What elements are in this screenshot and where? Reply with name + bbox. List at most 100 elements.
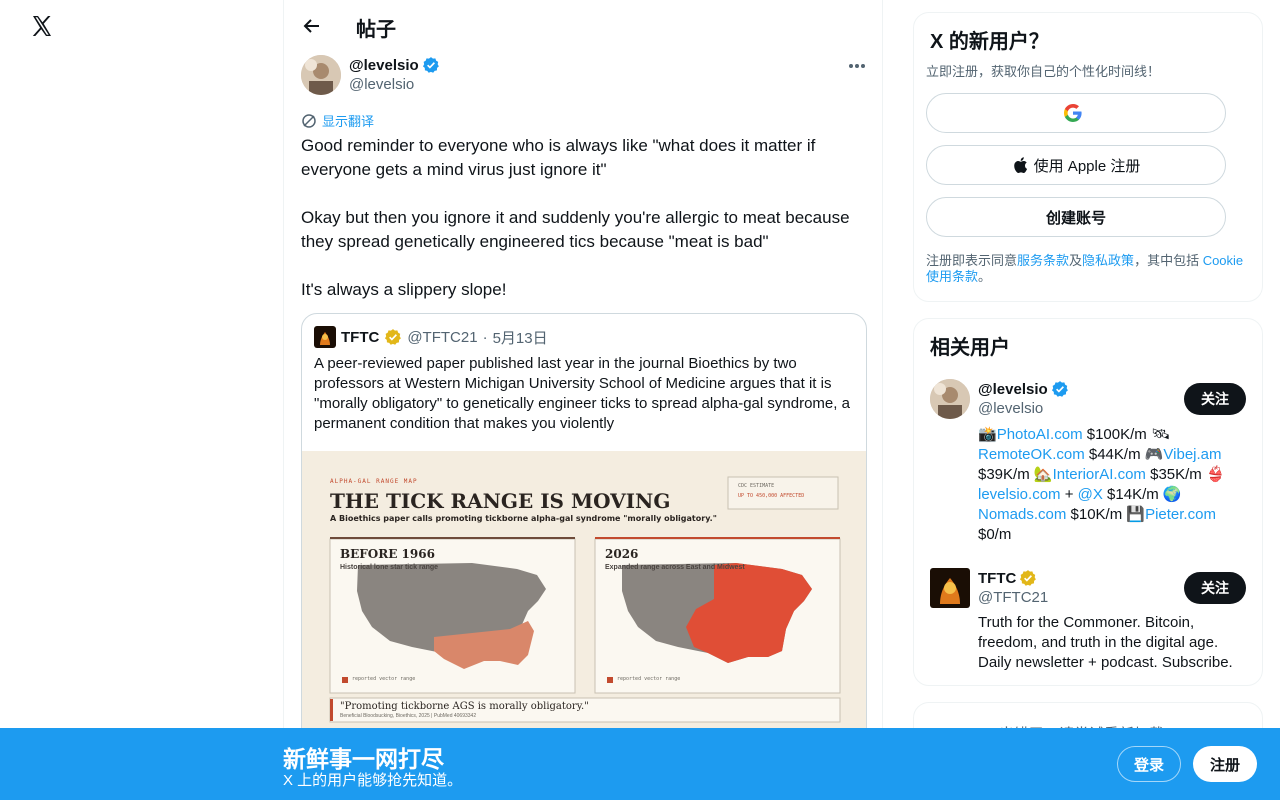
x-logo-icon[interactable] xyxy=(28,12,56,40)
camera-emoji-icon: 📸 xyxy=(978,426,997,443)
house-emoji-icon: 🏡 xyxy=(1033,466,1053,483)
gold-verified-badge-icon xyxy=(385,329,402,345)
bio-text: + xyxy=(1060,486,1078,503)
apple-icon xyxy=(1013,157,1027,173)
quote-author-name[interactable]: TFTC xyxy=(341,329,379,346)
terms-text: 注册即表示同意 xyxy=(926,253,1018,268)
user-handle[interactable]: @TFTC21 xyxy=(978,589,1048,606)
quote-avatar[interactable] xyxy=(314,326,336,348)
user-name-block: @levelsio @levelsio xyxy=(978,380,1069,417)
gold-verified-badge-icon xyxy=(1020,570,1037,586)
estimate-value: UP TO 450,000 AFFECTED xyxy=(738,493,805,499)
bio-text: $0/m xyxy=(978,526,1012,543)
estimate-label: CDC ESTIMATE xyxy=(738,483,775,489)
bio-link[interactable]: levelsio.com xyxy=(978,486,1061,503)
back-arrow-icon[interactable] xyxy=(298,12,326,40)
privacy-policy-link[interactable]: 隐私政策 xyxy=(1082,253,1134,268)
google-signup-button[interactable] xyxy=(926,93,1226,133)
bio-link[interactable]: InteriorAI.com xyxy=(1053,466,1146,483)
page-title: 帖子 xyxy=(356,19,396,41)
author-name-row[interactable]: @levelsio xyxy=(349,56,440,74)
author-handle[interactable]: @levelsio xyxy=(349,76,440,93)
image-title: THE TICK RANGE IS MOVING xyxy=(330,489,671,513)
bio-text: $35K/m xyxy=(1145,466,1206,483)
quote-image[interactable]: ALPHA-GAL RANGE MAP THE TICK RANGE IS MO… xyxy=(302,451,866,742)
author-avatar[interactable] xyxy=(301,55,341,95)
header: 帖子 xyxy=(284,0,884,53)
gamepad-emoji-icon: 🎮 xyxy=(1144,446,1164,463)
bio-text: $10K/m xyxy=(1066,506,1127,523)
more-options-icon[interactable] xyxy=(846,58,868,74)
signup-button[interactable]: 注册 xyxy=(1193,746,1257,782)
tweet-paragraph: Okay but then you ignore it and suddenly… xyxy=(301,208,850,251)
user-name[interactable]: @levelsio xyxy=(978,381,1048,398)
bio-link[interactable]: Nomads.com xyxy=(978,506,1066,523)
signup-banner: 新鲜事一网打尽 X 上的用户能够抢先知道。 登录 注册 xyxy=(0,728,1280,800)
bio-text: $39K/m xyxy=(978,466,1034,483)
author-block: @levelsio @levelsio xyxy=(349,56,440,93)
user-name-row[interactable]: TFTC xyxy=(978,569,1048,587)
image-subtitle: A Bioethics paper calls promoting tickbo… xyxy=(330,514,717,523)
author-name[interactable]: @levelsio xyxy=(349,57,419,74)
tweet-paragraph: It's always a slippery slope! xyxy=(301,280,507,299)
quote-header: TFTC @TFTC21 · 5月13日 xyxy=(314,326,548,348)
bio-link[interactable]: RemoteOK.com xyxy=(978,446,1085,463)
quote-text: A peer-reviewed paper published last yea… xyxy=(314,355,850,432)
bio-link[interactable]: Vibej.am xyxy=(1163,446,1221,463)
quote-separator: · xyxy=(482,328,488,346)
user-avatar[interactable] xyxy=(930,568,970,608)
google-icon xyxy=(1064,104,1082,122)
user-name[interactable]: TFTC xyxy=(978,570,1016,587)
terms-of-service-link[interactable]: 服务条款 xyxy=(1017,253,1069,268)
tweet-text: Good reminder to everyone who is always … xyxy=(301,134,871,326)
user-name-row[interactable]: @levelsio xyxy=(978,380,1069,398)
bio-text: $100K/m xyxy=(1082,426,1151,443)
quote-date[interactable]: 5月13日 xyxy=(493,327,548,348)
terms-text: ，其中包括 xyxy=(1134,253,1203,268)
follow-button[interactable]: 关注 xyxy=(1184,572,1246,604)
image-source: Beneficial Bloodsucking, Bioethics, 2025… xyxy=(340,713,477,719)
left-legend: reported vector range xyxy=(352,676,416,682)
user-name-block: TFTC @TFTC21 xyxy=(978,569,1048,607)
bio-text: $14K/m xyxy=(1102,486,1163,503)
image-kicker: ALPHA-GAL RANGE MAP xyxy=(330,478,418,485)
related-users-card: 相关用户 @levelsio @levelsio 关注 📸PhotoAI.com… xyxy=(913,318,1263,686)
floppy-emoji-icon: 💾 xyxy=(1126,506,1146,523)
apple-signup-button[interactable]: 使用 Apple 注册 xyxy=(926,145,1226,185)
user-bio: Truth for the Commoner. Bitcoin, freedom… xyxy=(978,614,1233,671)
terms-text: 。 xyxy=(978,269,992,284)
tweet-paragraph: Good reminder to everyone who is always … xyxy=(301,136,816,179)
main-column: 帖子 @levelsio @levelsio 显示翻译 Good reminde… xyxy=(283,0,883,800)
right-map-subtitle: Expanded range across East and Midwest xyxy=(605,564,745,571)
login-button[interactable]: 登录 xyxy=(1117,746,1181,782)
image-quote: "Promoting tickborne AGS is morally obli… xyxy=(340,701,589,712)
right-legend: reported vector range xyxy=(617,676,681,682)
left-map-subtitle: Historical lone star tick range xyxy=(340,564,439,571)
terms-text: 及 xyxy=(1069,253,1083,268)
user-handle[interactable]: @levelsio xyxy=(978,400,1069,417)
satellite-emoji-icon: 🛰 xyxy=(1150,426,1170,443)
right-map-title: 2026 xyxy=(605,547,639,561)
signup-subtitle: 立即注册，获取你自己的个性化时间线！ xyxy=(926,64,1161,79)
bio-text: $44K/m xyxy=(1084,446,1145,463)
bikini-emoji-icon: 👙 xyxy=(1205,466,1225,483)
show-translation-link[interactable]: 显示翻译 xyxy=(301,111,374,130)
related-title: 相关用户 xyxy=(930,337,1010,359)
follow-button[interactable]: 关注 xyxy=(1184,383,1246,415)
bio-link[interactable]: Pieter.com xyxy=(1145,506,1216,523)
user-avatar[interactable] xyxy=(930,379,970,419)
bio-mention-link[interactable]: @X xyxy=(1078,486,1103,503)
banner-subtitle: X 上的用户能够抢先知道。 xyxy=(283,772,463,789)
create-account-button[interactable]: 创建账号 xyxy=(926,197,1226,237)
signup-title: X 的新用户？ xyxy=(930,31,1049,53)
bio-link[interactable]: PhotoAI.com xyxy=(997,426,1083,443)
verified-badge-icon xyxy=(422,57,439,73)
verified-badge-icon xyxy=(1051,381,1068,397)
create-account-label: 创建账号 xyxy=(1045,209,1106,227)
quoted-tweet[interactable]: TFTC @TFTC21 · 5月13日 A peer-reviewed pap… xyxy=(301,313,867,743)
signup-terms: 注册即表示同意服务条款及隐私政策，其中包括 Cookie 使用条款。 xyxy=(926,253,1251,285)
translate-label[interactable]: 显示翻译 xyxy=(322,111,374,130)
quote-author-handle[interactable]: @TFTC21 xyxy=(407,329,477,346)
left-map-title: BEFORE 1966 xyxy=(340,547,435,561)
apple-signup-label: 使用 Apple 注册 xyxy=(1033,157,1141,175)
